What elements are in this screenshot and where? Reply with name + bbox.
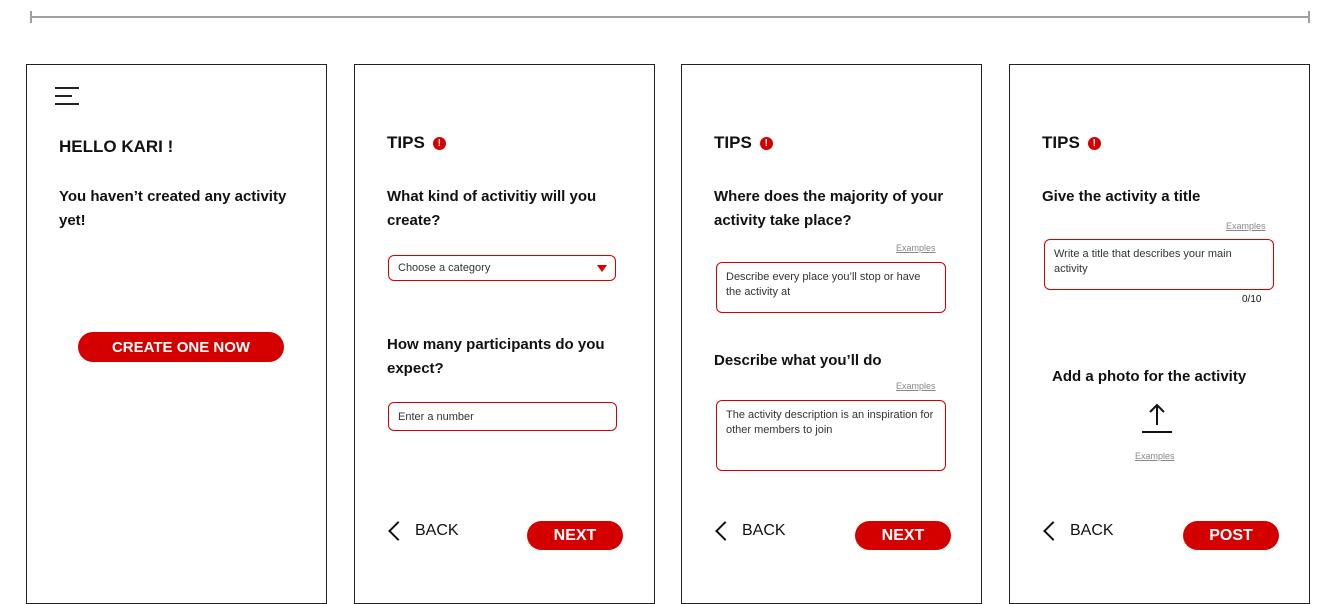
category-select-placeholder: Choose a category [398,262,491,274]
back-button[interactable]: BACK [714,521,786,541]
back-label: BACK [1070,522,1114,539]
top-divider [30,11,1310,23]
chevron-left-icon [715,521,735,541]
create-activity-button[interactable]: CREATE ONE NOW [78,332,284,362]
location-textarea[interactable]: Describe every place you’ll stop or have… [716,262,946,313]
participants-input[interactable]: Enter a number [388,402,617,431]
description-textarea[interactable]: The activity description is an inspirati… [716,400,946,471]
dropdown-arrow-icon [597,265,607,272]
back-button[interactable]: BACK [1042,521,1114,541]
alert-icon[interactable]: ! [432,136,446,150]
alert-icon[interactable]: ! [1087,136,1101,150]
tips-label: TIPS [387,133,425,152]
examples-link[interactable]: Examples [1226,221,1266,231]
divider-right-cap [1308,11,1310,23]
empty-state-message: You haven’t created any activity yet! [59,188,287,229]
chevron-left-icon [388,521,408,541]
title-input[interactable]: Write a title that describes your main a… [1044,239,1274,290]
screen-home: HELLO KARI ! You haven’t created any act… [26,64,327,604]
post-button[interactable]: POST [1183,521,1279,550]
location-placeholder: Describe every place you’ll stop or have… [726,271,921,298]
divider-left-cap [30,11,32,23]
next-button[interactable]: NEXT [527,521,623,550]
participants-question: How many participants do you expect? [387,336,605,377]
participants-placeholder: Enter a number [398,411,474,423]
back-label: BACK [415,522,459,539]
character-counter: 0/10 [1242,294,1262,305]
tips-header[interactable]: TIPS ! [1042,133,1101,153]
title-placeholder: Write a title that describes your main a… [1054,248,1232,275]
examples-link[interactable]: Examples [1135,451,1175,461]
photo-label: Add a photo for the activity [1052,368,1247,385]
tips-header[interactable]: TIPS ! [714,133,773,153]
tips-header[interactable]: TIPS ! [387,133,446,153]
tips-label: TIPS [1042,133,1080,152]
title-question: Give the activity a title [1042,188,1201,205]
location-question: Where does the majority of your activity… [714,188,944,229]
back-button[interactable]: BACK [387,521,459,541]
tips-label: TIPS [714,133,752,152]
screen-title-photo: TIPS ! Give the activity a title Example… [1009,64,1310,604]
back-label: BACK [742,522,786,539]
upload-arrow-icon[interactable] [1142,401,1172,435]
category-select[interactable]: Choose a category [388,255,616,281]
category-question: What kind of activitiy will you create? [387,188,597,229]
examples-link[interactable]: Examples [896,381,936,391]
examples-link[interactable]: Examples [896,243,936,253]
hamburger-menu-icon[interactable] [55,85,79,107]
screen-location: TIPS ! Where does the majority of your a… [681,64,982,604]
chevron-left-icon [1043,521,1063,541]
screen-category: TIPS ! What kind of activitiy will you c… [354,64,655,604]
greeting-heading: HELLO KARI ! [59,137,174,156]
alert-icon[interactable]: ! [759,136,773,150]
description-placeholder: The activity description is an inspirati… [726,409,934,436]
description-question: Describe what you’ll do [714,352,882,369]
next-button[interactable]: NEXT [855,521,951,550]
